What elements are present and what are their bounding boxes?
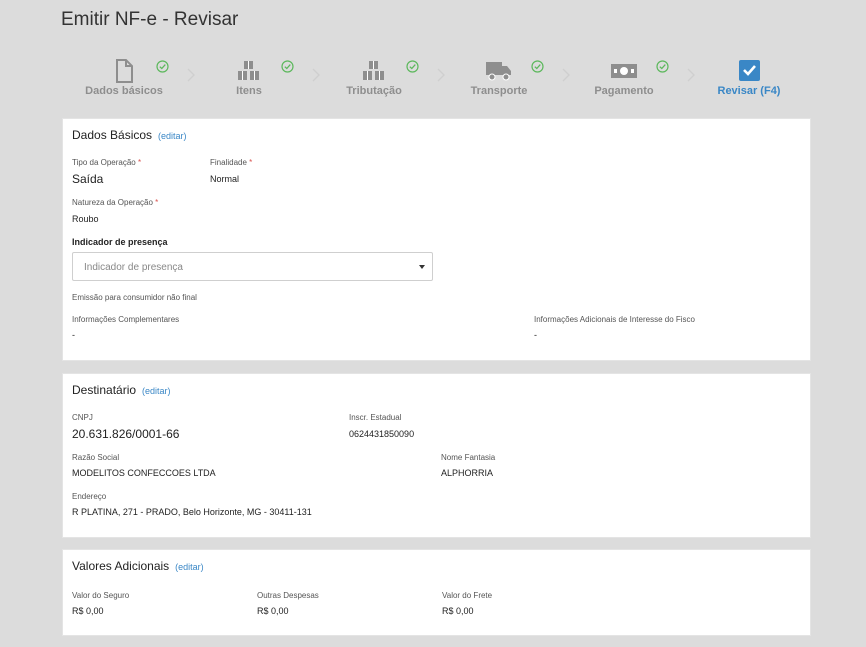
checkbox-icon [739, 60, 760, 81]
step-transporte[interactable]: Transporte [444, 55, 554, 105]
info-fisco-label: Informações Adicionais de Interesse do F… [534, 315, 695, 324]
step-tributacao[interactable]: Tributação [319, 55, 429, 105]
truck-icon [486, 62, 511, 81]
indicador-presenca-label: Indicador de presença [72, 237, 168, 247]
natureza-operacao-value: Roubo [72, 214, 99, 224]
step-revisar[interactable]: Revisar (F4) [694, 55, 804, 105]
destinatario-card: Destinatário (editar) CNPJ 20.631.826/000… [62, 373, 811, 538]
valor-seguro-value: R$ 0,00 [72, 606, 104, 616]
valor-seguro-label: Valor do Seguro [72, 591, 130, 600]
boxes-icon [363, 61, 384, 80]
valor-frete-value: R$ 0,00 [442, 606, 474, 616]
check-circle-icon [281, 60, 294, 73]
banknote-icon [611, 64, 637, 78]
wizard-stepper: Dados básicos Itens Tributação Transport… [62, 55, 811, 105]
tipo-operacao-label: Tipo da Operação * [72, 158, 142, 167]
inscr-estadual-label: Inscr. Estadual [349, 413, 402, 422]
card-title: Dados Básicos (editar) [72, 128, 187, 142]
check-circle-icon [531, 60, 544, 73]
step-pagamento[interactable]: Pagamento [569, 55, 679, 105]
valores-adicionais-card: Valores Adicionais (editar) Valor do Segu… [62, 549, 811, 636]
outras-despesas-value: R$ 0,00 [257, 606, 289, 616]
info-complementares-value: - [72, 330, 75, 340]
razao-social-label: Razão Social [72, 453, 120, 462]
step-label: Itens [236, 85, 262, 97]
endereco-label: Endereço [72, 492, 107, 501]
check-circle-icon [406, 60, 419, 73]
check-circle-icon [156, 60, 169, 73]
dados-basicos-card: Dados Básicos (editar) Tipo da Operação *… [62, 118, 811, 361]
valor-frete-label: Valor do Frete [442, 591, 493, 600]
consumidor-text: Emissão para consumidor não final [72, 293, 197, 302]
card-title-text: Dados Básicos [72, 128, 153, 142]
indicador-presenca-select[interactable]: Indicador de presença [72, 252, 433, 281]
step-itens[interactable]: Itens [194, 55, 304, 105]
card-title: Valores Adicionais (editar) [72, 559, 204, 573]
nome-fantasia-value: ALPHORRIA [441, 468, 494, 478]
cnpj-value: 20.631.826/0001-66 [72, 427, 180, 441]
finalidade-label: Finalidade * [210, 158, 253, 167]
razao-social-value: MODELITOS CONFECCOES LTDA [72, 468, 216, 478]
boxes-icon [238, 61, 259, 80]
natureza-operacao-label: Natureza da Operação * [72, 198, 159, 207]
step-label: Tributação [346, 85, 402, 97]
caret-down-icon [419, 265, 425, 269]
card-title-text: Valores Adicionais [72, 559, 170, 573]
step-label: Transporte [470, 85, 528, 97]
inscr-estadual-value: 0624431850090 [349, 429, 415, 439]
finalidade-value: Normal [210, 174, 240, 184]
check-circle-icon [656, 60, 669, 73]
edit-dados-basicos-link[interactable]: (editar) [158, 131, 187, 141]
step-label: Dados básicos [85, 85, 163, 97]
edit-destinatario-link[interactable]: (editar) [142, 386, 171, 396]
select-placeholder: Indicador de presença [84, 262, 183, 273]
cnpj-label: CNPJ [72, 413, 93, 422]
card-title-text: Destinatário [72, 383, 137, 397]
edit-valores-adicionais-link[interactable]: (editar) [175, 562, 204, 572]
document-icon [116, 59, 133, 83]
outras-despesas-label: Outras Despesas [257, 591, 319, 600]
info-fisco-value: - [534, 330, 537, 340]
step-label: Pagamento [594, 85, 654, 97]
page-title: Emitir NF-e - Revisar [61, 9, 239, 30]
step-label: Revisar (F4) [717, 85, 781, 97]
info-complementares-label: Informações Complementares [72, 315, 180, 324]
endereco-value: R PLATINA, 271 - PRADO, Belo Horizonte, … [72, 507, 312, 517]
card-title: Destinatário (editar) [72, 383, 171, 397]
step-dados-basicos[interactable]: Dados básicos [69, 55, 179, 105]
nome-fantasia-label: Nome Fantasia [441, 453, 496, 462]
tipo-operacao-value: Saída [72, 172, 104, 186]
